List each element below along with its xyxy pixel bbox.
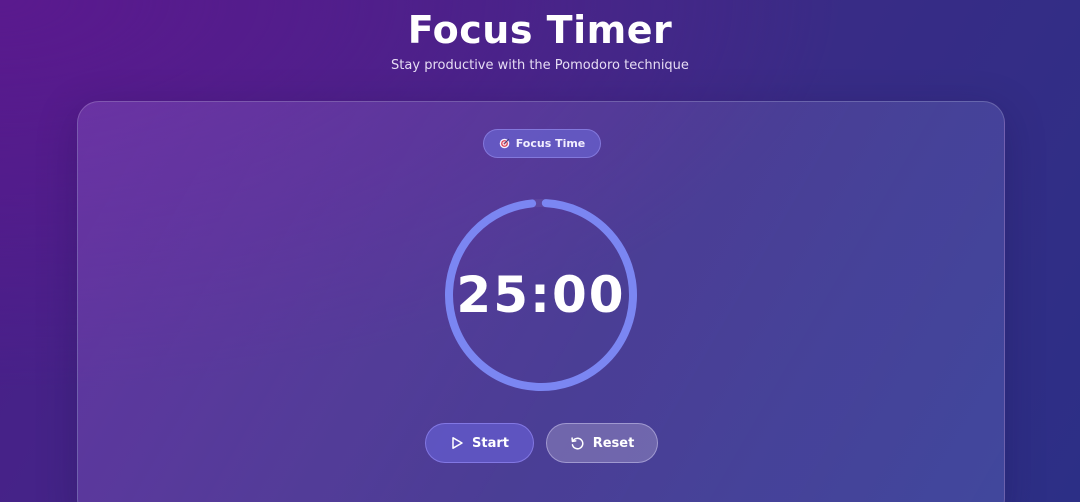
mode-badge: Focus Time bbox=[483, 129, 601, 158]
time-display: 25:00 bbox=[456, 266, 626, 324]
reset-label: Reset bbox=[592, 435, 635, 451]
start-label: Start bbox=[472, 435, 509, 451]
reset-icon bbox=[570, 436, 585, 451]
page-subtitle: Stay productive with the Pomodoro techni… bbox=[391, 58, 689, 73]
start-button[interactable]: Start bbox=[425, 423, 534, 463]
target-icon bbox=[499, 138, 510, 149]
timer-card: Focus Time 25:00 Start Reset bbox=[77, 101, 1005, 502]
page-title: Focus Timer bbox=[407, 8, 673, 52]
reset-button[interactable]: Reset bbox=[546, 423, 658, 463]
mode-label: Focus Time bbox=[515, 137, 586, 150]
timer-ring: 25:00 bbox=[441, 195, 641, 395]
play-icon bbox=[450, 436, 464, 450]
